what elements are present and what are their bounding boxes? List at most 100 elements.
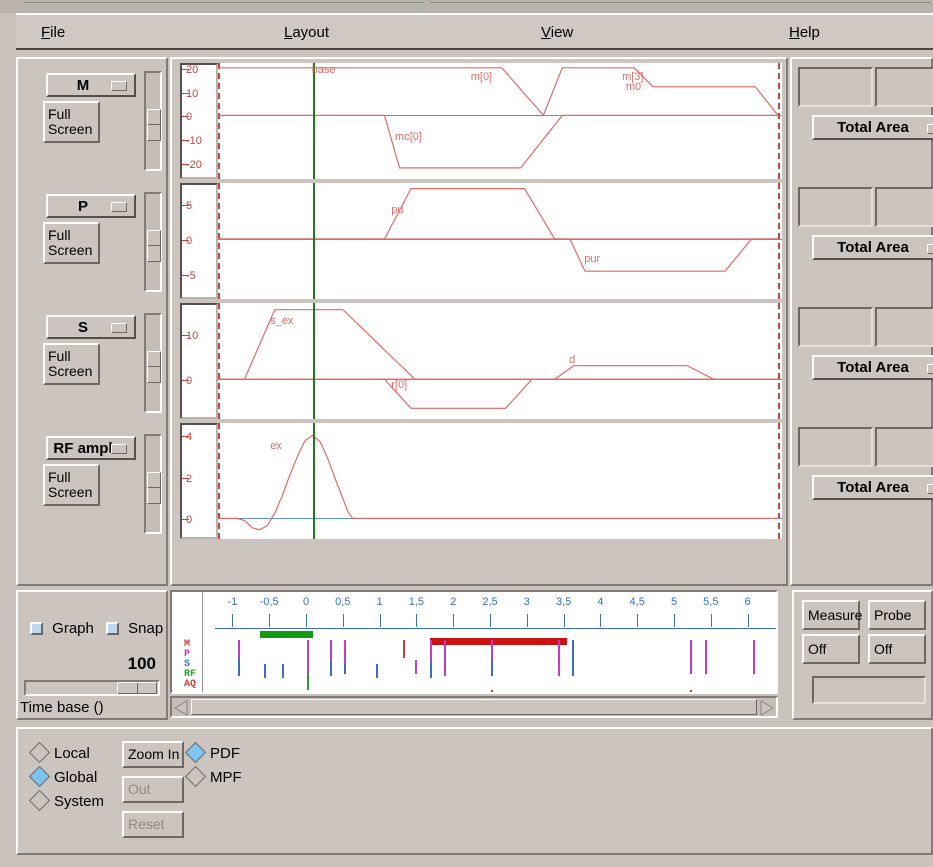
channel-scale-slider-0[interactable] xyxy=(144,71,162,171)
channel-select-1[interactable]: P xyxy=(46,194,136,218)
signal-label: pu xyxy=(391,203,404,216)
channel-scale-slider-thumb[interactable] xyxy=(147,230,161,262)
timeline-event-tick[interactable] xyxy=(414,660,417,674)
channel-scale-slider-thumb[interactable] xyxy=(147,109,161,141)
scope-radio-system[interactable]: System xyxy=(28,789,105,812)
zoom-in-button[interactable]: Zoom In xyxy=(122,741,184,768)
timeline-selection-bar-green[interactable] xyxy=(260,631,314,638)
radio-diamond-icon[interactable] xyxy=(28,741,51,764)
area-value-field-a-1[interactable] xyxy=(798,187,873,227)
timeline-event-tick[interactable] xyxy=(491,662,494,676)
timebase-slider-thumb[interactable] xyxy=(117,682,157,694)
snap-checkbox[interactable]: Snap xyxy=(106,620,163,637)
timebase-slider[interactable] xyxy=(24,680,160,696)
menu-item-help[interactable]: Help xyxy=(786,23,823,42)
full-screen-button-0[interactable]: Full Screen xyxy=(43,101,100,143)
radio-diamond-icon[interactable] xyxy=(184,741,207,764)
graph-checkbox[interactable]: Graph xyxy=(30,620,94,637)
channel-scale-slider-3[interactable] xyxy=(144,434,162,534)
full-screen-button-1[interactable]: Full Screen xyxy=(43,222,100,264)
plot-cursor-line[interactable] xyxy=(312,423,315,539)
area-value-field-a-2[interactable] xyxy=(798,307,873,347)
area-value-field-b-3[interactable] xyxy=(875,427,933,467)
radio-diamond-icon[interactable] xyxy=(28,765,51,788)
scope-radio-label: System xyxy=(54,793,105,810)
plot-canvas-3[interactable]: ex xyxy=(218,423,782,539)
timeline-event-tick[interactable] xyxy=(403,640,406,658)
zoom-reset-button[interactable]: Reset xyxy=(122,811,184,838)
timeline-event-tick[interactable] xyxy=(429,662,432,678)
measure-readout-field[interactable] xyxy=(812,676,926,704)
measure-button[interactable]: Measure xyxy=(802,600,862,630)
timeline-event-tick[interactable] xyxy=(690,690,693,692)
timeline-event-tick[interactable] xyxy=(690,640,693,674)
timeline-event-tick[interactable] xyxy=(329,662,332,676)
plot-2[interactable]: 10 0 s_ex r[0] d xyxy=(172,303,782,419)
channel-select-0[interactable]: M xyxy=(46,73,136,97)
scroll-thumb[interactable] xyxy=(191,699,757,715)
plot-3[interactable]: 4 2 0 ex xyxy=(172,423,782,539)
timeline-event-tick[interactable] xyxy=(572,640,575,676)
plot-cursor-line[interactable] xyxy=(312,183,315,299)
timeline-horizontal-scrollbar[interactable] xyxy=(170,696,778,718)
channel-select-2[interactable]: S xyxy=(46,315,136,339)
timeline-canvas[interactable]: -1 -0,5 0 0,5 1 1,5 2 2,5 3 3,5 4 4,5 5 5,5 6 M P S RF AQ xyxy=(170,590,778,694)
full-screen-button-2[interactable]: Full Screen xyxy=(43,343,100,385)
full-screen-button-3[interactable]: Full Screen xyxy=(43,464,100,506)
plot-cursor-line[interactable] xyxy=(312,63,315,179)
timeline-event-tick[interactable] xyxy=(753,640,756,674)
format-radio-mpf[interactable]: MPF xyxy=(184,765,242,788)
scroll-right-arrow-icon[interactable] xyxy=(759,699,775,716)
plot-canvas-0[interactable]: base m[0] mc[0] m[3] m0 xyxy=(218,63,782,179)
channel-select-3[interactable]: RF ampl xyxy=(46,436,136,460)
timeline-event-tick[interactable] xyxy=(264,664,267,678)
menu-item-file[interactable]: File xyxy=(38,23,68,42)
area-value-field-b-1[interactable] xyxy=(875,187,933,227)
channel-scale-slider-thumb[interactable] xyxy=(147,351,161,383)
plot-1[interactable]: 5 0 -5 pu pur xyxy=(172,183,782,299)
zoom-out-button[interactable]: Out xyxy=(122,776,184,803)
plot-cursor-line[interactable] xyxy=(312,303,315,419)
menu-item-layout[interactable]: Layout xyxy=(281,23,332,42)
area-mode-select-3[interactable]: Total Area xyxy=(812,475,933,500)
probe-button[interactable]: Probe xyxy=(868,600,926,630)
area-value-field-b-2[interactable] xyxy=(875,307,933,347)
timeline-event-tick[interactable] xyxy=(281,664,284,678)
timeline-event-tick[interactable] xyxy=(557,640,560,676)
radio-diamond-icon[interactable] xyxy=(28,789,51,812)
menu-item-view[interactable]: View xyxy=(538,23,576,42)
scroll-left-arrow-icon[interactable] xyxy=(173,699,189,716)
scope-radio-global[interactable]: Global xyxy=(28,765,97,788)
plot-0[interactable]: 20 10 0 -10 -20 base m[0] mc[0] m[3] m0 xyxy=(172,63,782,179)
timeline-event-tick[interactable] xyxy=(704,640,707,674)
area-value-field-a-3[interactable] xyxy=(798,427,873,467)
graph-checkbox-box[interactable] xyxy=(30,622,43,635)
radio-diamond-icon[interactable] xyxy=(184,765,207,788)
area-value-field-b-0[interactable] xyxy=(875,67,933,107)
timeline-event-tick[interactable] xyxy=(238,658,241,676)
channel-scale-slider-1[interactable] xyxy=(144,192,162,292)
plot-canvas-2[interactable]: s_ex r[0] d xyxy=(218,303,782,419)
area-mode-select-0[interactable]: Total Area xyxy=(812,115,933,140)
plot-canvas-1[interactable]: pu pur xyxy=(218,183,782,299)
timeline-event-tick[interactable] xyxy=(375,664,378,678)
measure-probe-panel: Measure Probe Off Off xyxy=(792,590,933,720)
area-value-field-a-0[interactable] xyxy=(798,67,873,107)
channel-scale-slider-2[interactable] xyxy=(144,313,162,413)
format-radio-pdf[interactable]: PDF xyxy=(184,741,240,764)
scope-radio-local[interactable]: Local xyxy=(28,741,90,764)
area-mode-select-1[interactable]: Total Area xyxy=(812,235,933,260)
timeline-event-tick[interactable] xyxy=(491,690,494,692)
snap-checkbox-box[interactable] xyxy=(106,622,119,635)
timeline-event-tick[interactable] xyxy=(344,664,347,674)
timeline-event-tick[interactable] xyxy=(307,640,310,676)
area-mode-select-2[interactable]: Total Area xyxy=(812,355,933,380)
timeline-tick-label: 2 xyxy=(450,596,457,608)
timeline-event-tick[interactable] xyxy=(444,640,447,676)
probe-state-button[interactable]: Off xyxy=(868,634,926,664)
timeline-event-tick[interactable] xyxy=(307,674,310,690)
timeline-selection-bar-red[interactable] xyxy=(429,638,568,645)
measure-state-button[interactable]: Off xyxy=(802,634,860,664)
channel-scale-slider-thumb[interactable] xyxy=(147,472,161,504)
signal-label: s_ex xyxy=(270,314,294,327)
